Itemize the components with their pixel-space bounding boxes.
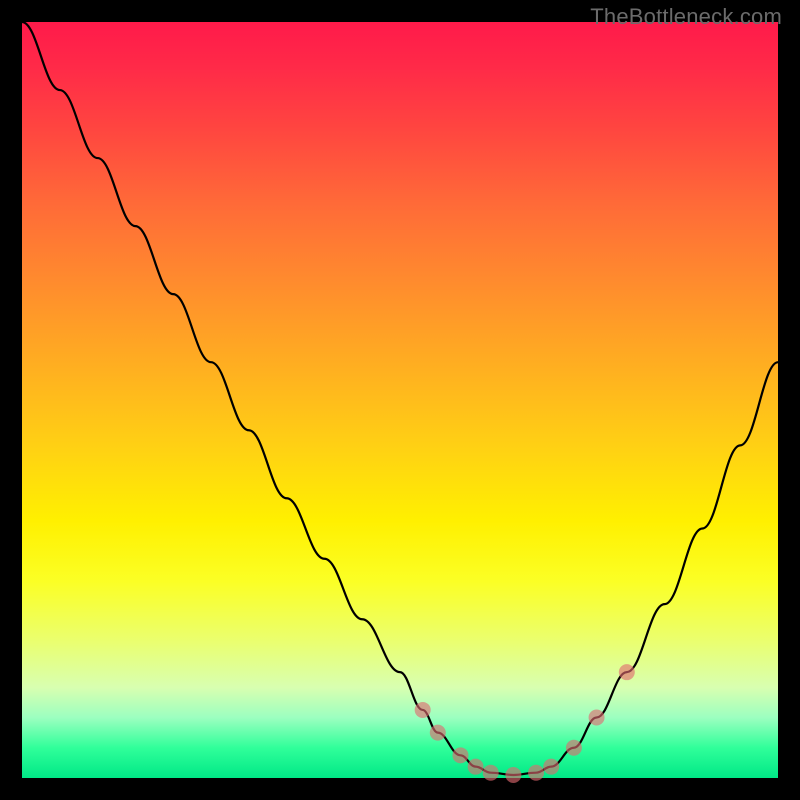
marker-dot [589,710,605,726]
bottleneck-curve [22,22,778,775]
marker-dot [483,765,499,781]
marker-dot [430,725,446,741]
marker-dot [415,702,431,718]
marker-group [415,664,635,783]
marker-dot [452,747,468,763]
bottleneck-chart [22,22,778,778]
marker-dot [566,740,582,756]
marker-dot [619,664,635,680]
marker-dot [468,759,484,775]
marker-dot [505,767,521,783]
marker-dot [543,759,559,775]
marker-dot [528,765,544,781]
